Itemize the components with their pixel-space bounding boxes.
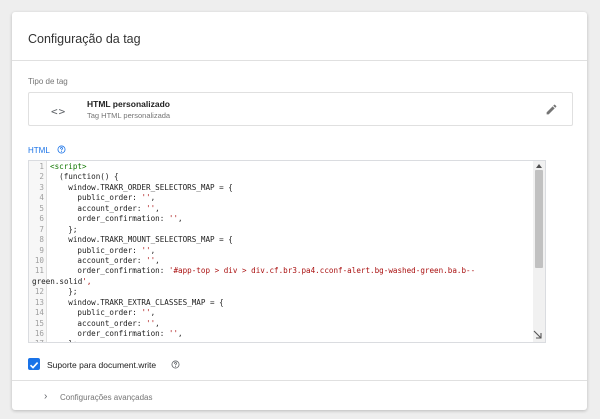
document-write-checkbox[interactable] (28, 358, 40, 370)
code-text: green.solid', (32, 276, 92, 286)
code-text: public_order: '', (50, 308, 156, 318)
tag-type-selector[interactable]: <> HTML personalizado Tag HTML personali… (28, 92, 573, 126)
code-text: <script> (50, 162, 87, 171)
help-icon[interactable] (171, 360, 180, 369)
line-number: 7 (39, 224, 44, 234)
tag-configuration-card: Configuração da tag Tipo de tag <> HTML … (12, 12, 587, 410)
code-line[interactable]: 1 <script> (29, 162, 531, 172)
line-number: 14 (34, 308, 44, 318)
code-brackets-icon: <> (51, 105, 67, 118)
code-line[interactable]: 15 account_order: '', (29, 319, 531, 329)
line-number: 1 (39, 162, 44, 171)
line-number: 17 (29, 339, 44, 342)
help-icon[interactable] (57, 145, 66, 154)
code-line[interactable]: 5 account_order: '', (29, 204, 531, 214)
code-text: }; (50, 339, 77, 342)
code-line[interactable]: 10 account_order: '', (29, 256, 531, 266)
line-number: 13 (34, 297, 44, 307)
line-number: 10 (34, 255, 44, 265)
line-number: 9 (39, 245, 44, 255)
advanced-divider (12, 380, 587, 381)
line-number: 16 (34, 329, 44, 338)
code-text: window.TRAKR_MOUNT_SELECTORS_MAP = { (50, 235, 233, 245)
tag-type-name: HTML personalizado (87, 99, 170, 109)
code-line[interactable]: 4 public_order: '', (29, 193, 531, 203)
line-number: 8 (39, 235, 44, 245)
code-line[interactable]: 9 public_order: '', (29, 246, 531, 256)
code-line[interactable]: 11 order_confirmation: '#app-top > div >… (29, 266, 531, 276)
tag-type-subtitle: Tag HTML personalizada (87, 111, 171, 120)
code-line[interactable]: 2 (function() { (29, 172, 531, 182)
line-number: 5 (39, 203, 44, 213)
html-field-label: HTML (28, 145, 66, 155)
tag-type-label: Tipo de tag (28, 77, 68, 86)
code-text: order_confirmation: '', (50, 214, 183, 224)
line-number: 6 (39, 214, 44, 224)
code-line[interactable]: 13 window.TRAKR_EXTRA_CLASSES_MAP = { (29, 298, 531, 308)
code-text: }; (50, 224, 78, 234)
code-line[interactable]: 16 order_confirmation: '', (29, 329, 531, 339)
html-code-editor[interactable]: 1 <script> 2 (function() {3 window.TRAKR_O… (28, 160, 546, 343)
editor-scrollbar[interactable] (533, 161, 545, 342)
code-line[interactable]: 7 }; (29, 225, 531, 235)
checkmark-icon (29, 362, 39, 369)
line-number: 2 (39, 172, 44, 182)
code-content[interactable]: 1 <script> 2 (function() {3 window.TRAKR_O… (29, 162, 531, 342)
code-text: order_confirmation: '#app-top > div > di… (50, 266, 476, 276)
advanced-settings-toggle[interactable]: Configurações avançadas (60, 393, 153, 402)
code-text: account_order: '', (50, 203, 160, 213)
code-line[interactable]: green.solid', (29, 277, 531, 287)
code-text: (function() { (50, 172, 119, 182)
title-divider (12, 60, 587, 61)
code-line[interactable]: 17 }; (29, 339, 531, 342)
code-text: }; (50, 287, 78, 297)
code-text: account_order: '', (50, 255, 160, 265)
pencil-edit-icon[interactable] (545, 103, 558, 116)
scrollbar-thumb[interactable] (535, 170, 543, 268)
code-line[interactable]: 8 window.TRAKR_MOUNT_SELECTORS_MAP = { (29, 235, 531, 245)
document-write-label: Suporte para document.write (47, 360, 157, 370)
code-line[interactable]: 6 order_confirmation: '', (29, 214, 531, 224)
html-label-text: HTML (28, 146, 50, 155)
code-text: account_order: '', (50, 318, 160, 328)
chevron-right-icon[interactable]: › (44, 391, 47, 402)
code-text: public_order: '', (50, 245, 156, 255)
line-number: 12 (34, 287, 44, 297)
line-number: 4 (39, 193, 44, 203)
code-text: order_confirmation: '', (50, 329, 183, 338)
code-line[interactable]: 3 window.TRAKR_ORDER_SELECTORS_MAP = { (29, 183, 531, 193)
card-title: Configuração da tag (28, 32, 141, 46)
code-text: window.TRAKR_ORDER_SELECTORS_MAP = { (50, 182, 233, 192)
line-number: 15 (34, 318, 44, 328)
resize-handle-icon[interactable] (533, 330, 543, 340)
code-text: public_order: '', (50, 193, 156, 203)
code-line[interactable]: 12 }; (29, 287, 531, 297)
code-line[interactable]: 14 public_order: '', (29, 308, 531, 318)
scroll-up-arrow-icon[interactable] (536, 164, 542, 168)
line-number: 3 (39, 182, 44, 192)
line-number: 11 (34, 266, 44, 276)
code-text: window.TRAKR_EXTRA_CLASSES_MAP = { (50, 297, 224, 307)
